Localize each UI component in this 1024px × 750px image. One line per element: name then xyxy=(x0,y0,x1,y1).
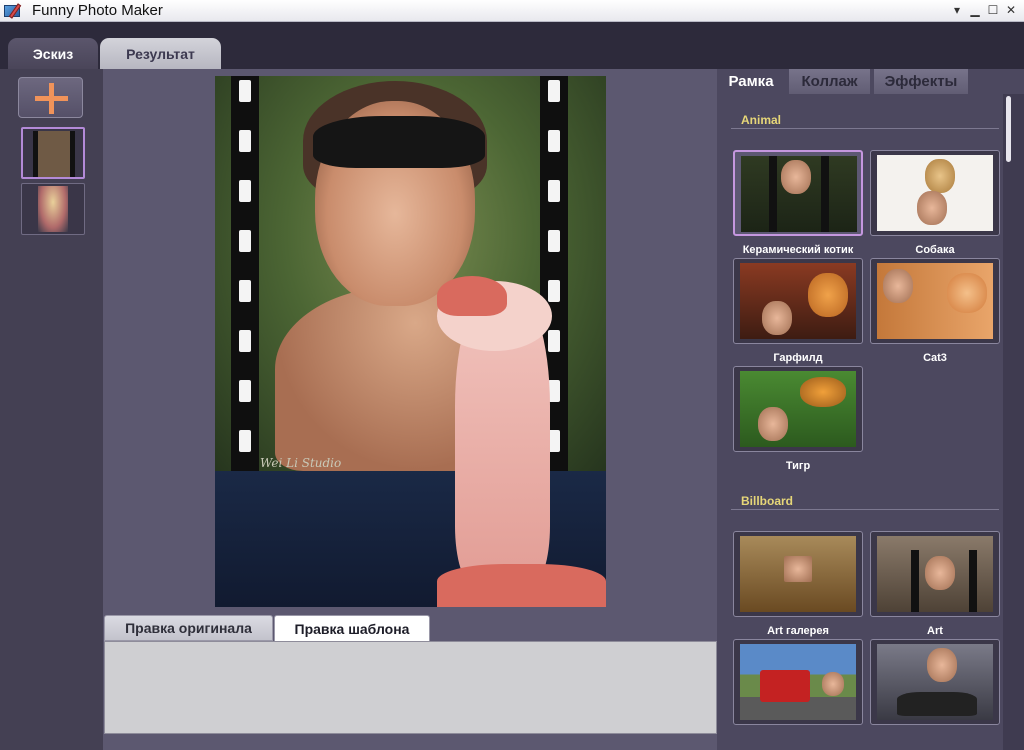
thumbnail-sidebar xyxy=(0,69,103,750)
tab-result[interactable]: Результат xyxy=(100,38,221,69)
template-tile[interactable] xyxy=(870,150,1000,236)
tile-label: Собака xyxy=(915,244,955,256)
template-panel: Рамка Коллаж Эффекты Animal Керамический… xyxy=(717,69,1024,750)
thumbnail-image xyxy=(38,186,68,232)
template-tile[interactable] xyxy=(870,531,1000,617)
tab-sketch[interactable]: Эскиз xyxy=(8,38,98,69)
photo-thumbnail-2[interactable] xyxy=(21,183,85,235)
tile-label: Art галерея xyxy=(767,625,829,637)
scrollbar-thumb[interactable] xyxy=(1006,96,1011,162)
template-tile[interactable] xyxy=(733,639,863,725)
dropdown-icon[interactable]: ▾ xyxy=(950,2,964,18)
app-icon xyxy=(4,2,26,19)
editor-area: Wei Li Studio Правка оригинала Правка ша… xyxy=(103,69,717,750)
add-photo-button[interactable] xyxy=(18,77,83,118)
main-tab-bar: Эскиз Результат xyxy=(0,22,1024,69)
tile-label: Art xyxy=(927,625,943,637)
template-tile[interactable] xyxy=(733,531,863,617)
tab-effects[interactable]: Эффекты xyxy=(872,69,968,94)
maximize-icon[interactable]: ☐ xyxy=(986,2,1000,18)
close-icon[interactable]: ✕ xyxy=(1004,2,1018,18)
template-tile[interactable] xyxy=(870,639,1000,725)
edit-options-panel xyxy=(104,641,717,734)
tab-frame[interactable]: Рамка xyxy=(717,69,785,94)
photo-thumbnail-1[interactable] xyxy=(21,127,85,179)
thumbnail-image xyxy=(33,131,75,177)
tab-edit-template[interactable]: Правка шаблона xyxy=(274,615,430,641)
template-tile[interactable] xyxy=(870,258,1000,344)
minimize-icon[interactable]: ▁ xyxy=(968,2,982,18)
tile-label: Гарфилд xyxy=(773,352,823,364)
tile-label: Тигр xyxy=(785,460,811,472)
tile-label: Cat3 xyxy=(923,352,947,364)
template-scrollbar[interactable] xyxy=(1003,94,1024,750)
preview-canvas[interactable]: Wei Li Studio xyxy=(215,76,606,607)
filmstrip-left xyxy=(231,76,259,471)
template-tile[interactable] xyxy=(733,366,863,452)
title-bar: Funny Photo Maker ▾ ▁ ☐ ✕ xyxy=(0,0,1024,22)
section-title-billboard: Billboard xyxy=(741,494,794,508)
tab-edit-original[interactable]: Правка оригинала xyxy=(104,615,273,641)
section-title-animal: Animal xyxy=(741,113,782,127)
template-tile[interactable] xyxy=(733,258,863,344)
tab-collage[interactable]: Коллаж xyxy=(787,69,870,94)
template-tile[interactable] xyxy=(733,150,863,236)
photo-watermark: Wei Li Studio xyxy=(260,456,342,470)
tile-label: Керамический котик xyxy=(742,244,854,256)
window-controls: ▾ ▁ ☐ ✕ xyxy=(950,2,1018,18)
window-title: Funny Photo Maker xyxy=(32,2,163,19)
